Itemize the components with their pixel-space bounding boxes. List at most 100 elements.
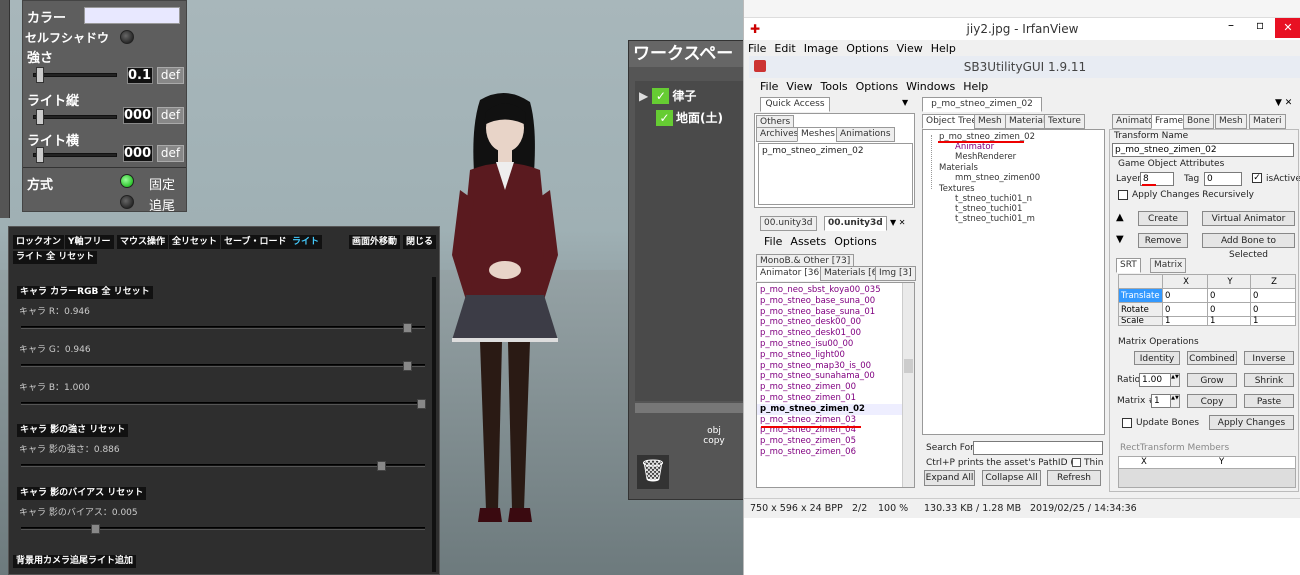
tree-texture-item-2[interactable]: t_stneo_tuchi01 (955, 204, 1022, 214)
character-model[interactable] (430, 90, 580, 535)
list-scrollbar[interactable] (902, 283, 914, 487)
checkbox-icon[interactable]: ✓ (656, 110, 673, 126)
tab-mesh[interactable]: Mesh (974, 114, 1006, 129)
shrink-button[interactable]: Shrink (1244, 373, 1294, 387)
light-horizontal-value[interactable]: 000 (123, 145, 153, 162)
tree-texture-item-3[interactable]: t_stneo_tuchi01_m (955, 214, 1035, 224)
mode-follow-radio[interactable] (120, 195, 134, 209)
lock-on-button[interactable]: ロックオン (13, 235, 65, 249)
animator-list-item[interactable]: p_mo_stneo_isu00_00 (757, 339, 914, 350)
tab-meshes[interactable]: Meshes (797, 127, 839, 142)
slider-knob[interactable] (377, 461, 386, 471)
tree-meshrenderer[interactable]: MeshRenderer (955, 152, 1016, 162)
add-bone-button[interactable]: Add Bone to Selected (1202, 233, 1295, 260)
chara-r-slider[interactable] (21, 323, 425, 333)
rotate-y[interactable]: 0 (1207, 302, 1251, 317)
chara-b-slider[interactable] (21, 399, 426, 409)
tab-frame[interactable]: Frame (1151, 114, 1188, 129)
combined-button[interactable]: Combined (1187, 351, 1237, 365)
copy-button[interactable]: Copy (1187, 394, 1237, 408)
animator-list-item[interactable]: p_mo_stneo_zimen_00 (757, 382, 914, 393)
animator-list-item[interactable]: p_mo_stneo_zimen_02 (757, 403, 914, 415)
chara-shadow-bias-slider[interactable] (21, 524, 425, 534)
animator-list-item[interactable]: p_mo_stneo_base_suna_01 (757, 307, 914, 318)
sb3-menu-options[interactable]: Options (852, 78, 902, 96)
rotate-x[interactable]: 0 (1161, 302, 1209, 317)
light-vertical-def-button[interactable]: def (157, 107, 184, 124)
expand-all-button[interactable]: Expand All (924, 470, 975, 486)
animator-list-item[interactable]: p_mo_stneo_zimen_01 (757, 393, 914, 404)
animator-list-item[interactable]: p_mo_stneo_light00 (757, 350, 914, 361)
light-horizontal-slider[interactable] (33, 147, 117, 163)
thin-checkbox[interactable] (1072, 458, 1081, 467)
move-down-icon[interactable]: ▼ (1116, 234, 1124, 245)
slider-knob[interactable] (417, 399, 426, 409)
tab-archives[interactable]: Archives (756, 127, 803, 142)
animator-list-item[interactable]: p_mo_stneo_desk01_00 (757, 328, 914, 339)
search-input[interactable] (973, 441, 1103, 455)
tab-material[interactable]: Material (1005, 114, 1050, 129)
strength-slider[interactable] (33, 67, 117, 83)
workspace-scroll[interactable] (635, 403, 743, 413)
slider-knob[interactable] (36, 147, 44, 163)
maximize-icon[interactable]: ▫ (1256, 18, 1264, 32)
transform-name-field[interactable]: p_mo_stneo_zimen_02 (1112, 143, 1294, 157)
grow-button[interactable]: Grow (1187, 373, 1237, 387)
refresh-button[interactable]: Refresh (1047, 470, 1101, 486)
translate-z[interactable]: 0 (1249, 288, 1297, 303)
ratio-spinner-icon[interactable]: ▲▼ (1170, 373, 1180, 387)
light-vertical-value[interactable]: 000 (123, 107, 153, 124)
virtual-animator-button[interactable]: Virtual Animator (1202, 211, 1295, 226)
light-tab-button[interactable]: ライト (289, 235, 323, 249)
rotate-z[interactable]: 0 (1249, 302, 1297, 317)
close-icon[interactable]: ✕ (1275, 18, 1300, 38)
slider-knob[interactable] (403, 323, 412, 333)
save-load-button[interactable]: セーブ・ロード (221, 235, 290, 249)
mouse-control-button[interactable]: マウス操作 (117, 235, 169, 249)
expand-arrow-icon[interactable]: ▶ (639, 89, 648, 103)
animator-list-item[interactable]: p_mo_stneo_zimen_06 (757, 447, 914, 458)
scale-z[interactable]: 1 (1249, 316, 1297, 326)
is-active-checkbox[interactable]: ✓ (1252, 173, 1262, 183)
animator-list-item[interactable]: p_mo_stneo_zimen_05 (757, 436, 914, 447)
tab-texture[interactable]: Texture (1044, 114, 1085, 129)
light-reset-all-button[interactable]: ライト 全 リセット (13, 251, 98, 264)
slider-knob[interactable] (36, 109, 44, 125)
apply-changes-button[interactable]: Apply Changes (1209, 415, 1294, 430)
tree-material-item[interactable]: mm_stneo_zimen00 (955, 173, 1040, 183)
workspace-item-ritsuko[interactable]: ▶ ✓ 律子 (639, 87, 696, 104)
mesh-list-item[interactable]: p_mo_stneo_zimen_02 (762, 146, 864, 156)
y-axis-free-button[interactable]: Y軸フリー (65, 235, 114, 249)
trash-icon[interactable]: 🗑 (637, 455, 669, 489)
slider-knob[interactable] (403, 361, 412, 371)
unity-tab-2[interactable]: 00.unity3d (824, 216, 887, 231)
mode-fixed-radio[interactable] (120, 174, 134, 188)
unity-menu-file[interactable]: File (760, 233, 786, 251)
sb3-menu-file[interactable]: File (756, 78, 782, 96)
obj-copy-button[interactable]: obj copy (697, 416, 731, 452)
scroll-thumb[interactable] (904, 359, 913, 373)
sb3-menu-view[interactable]: View (782, 78, 816, 96)
collapse-all-button[interactable]: Collapse All (982, 470, 1041, 486)
sb3-menu-tools[interactable]: Tools (817, 78, 852, 96)
inverse-button[interactable]: Inverse (1244, 351, 1294, 365)
add-camera-follow-light-button[interactable]: 背景用カメラ追尾ライト追加 (13, 555, 137, 568)
animator-list-item[interactable]: p_mo_stneo_zimen_03 (757, 415, 914, 426)
strength-value[interactable]: 0.1 (127, 67, 153, 84)
translate-x[interactable]: 0 (1161, 288, 1209, 303)
tab-mesh-r[interactable]: Mesh (1215, 114, 1247, 129)
sb3-menu-windows[interactable]: Windows (902, 78, 959, 96)
tab-object-tree[interactable]: Object Tree (922, 114, 981, 129)
strength-def-button[interactable]: def (157, 67, 184, 84)
slider-knob[interactable] (36, 67, 44, 83)
slider-knob[interactable] (91, 524, 100, 534)
translate-y[interactable]: 0 (1207, 288, 1251, 303)
tree-animator[interactable]: Animator (955, 142, 994, 152)
chara-shadow-strength-slider[interactable] (21, 461, 425, 471)
quick-access-tab[interactable]: Quick Access (760, 97, 830, 112)
offscreen-move-button[interactable]: 画面外移動 (349, 235, 401, 249)
unity-tab-1[interactable]: 00.unity3d (760, 216, 817, 231)
object-tab-close-icon[interactable]: ▼ ✕ (1275, 98, 1292, 108)
unity-menu-options[interactable]: Options (830, 233, 880, 251)
tag-input[interactable]: 0 (1204, 172, 1242, 186)
